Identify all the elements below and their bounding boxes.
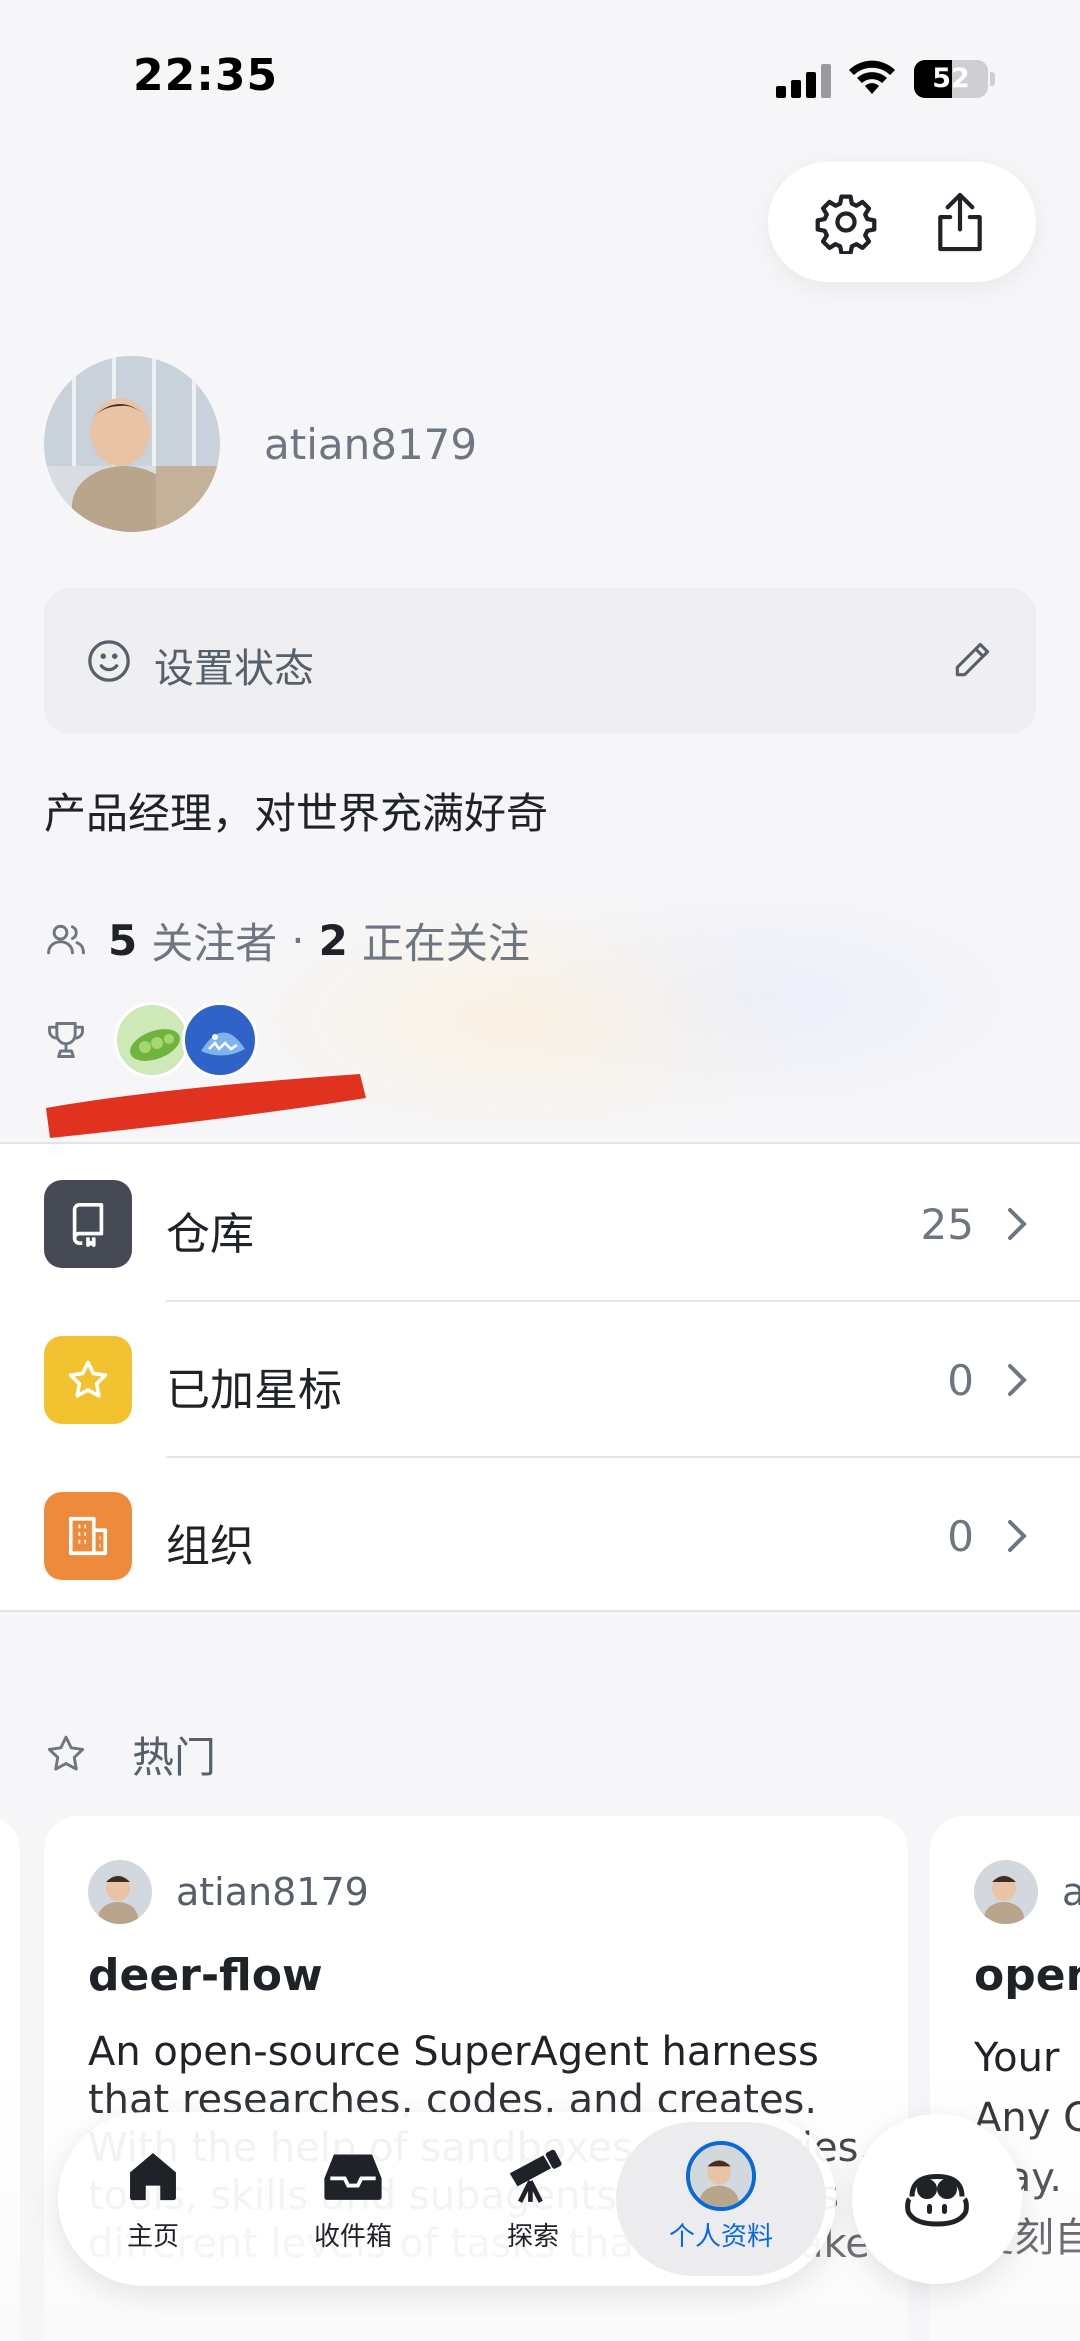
followers-count: 5 <box>108 915 138 965</box>
share-button[interactable] <box>924 186 996 258</box>
following-label: 正在关注 <box>361 918 530 968</box>
repositories-row[interactable]: 仓库 25 <box>0 1146 1080 1302</box>
separator-dot: · <box>291 915 305 965</box>
popular-header: 热门 <box>44 1724 216 1784</box>
tab-inbox-label: 收件箱 <box>313 2222 392 2252</box>
cellular-signal-icon <box>776 64 836 98</box>
people-icon <box>47 924 85 955</box>
set-status-button[interactable]: 设置状态 <box>44 588 1036 734</box>
profile-menu-list: 仓库 25 已加星标 0 组织 0 <box>0 1142 1080 1612</box>
inbox-icon <box>324 2154 382 2200</box>
repositories-count: 25 <box>920 1200 974 1249</box>
chevron-right-icon <box>1008 1364 1027 1396</box>
organizations-count: 0 <box>947 1512 974 1561</box>
followers-row[interactable]: 5 关注者 · 2 正在关注 <box>44 912 530 968</box>
telescope-icon <box>509 2149 562 2203</box>
tab-profile[interactable]: 个人资料 <box>646 2140 796 2260</box>
top-actions <box>768 162 1036 282</box>
share-icon <box>938 192 982 252</box>
copilot-button[interactable] <box>852 2114 1022 2284</box>
tab-profile-label: 个人资料 <box>668 2222 773 2252</box>
copilot-icon <box>905 2174 969 2227</box>
status-bar: 22:35 52 <box>0 0 1080 150</box>
shark-badge-icon[interactable] <box>182 1002 258 1078</box>
owner-name: atian8179 <box>176 1870 369 1914</box>
battery-icon: 52 <box>914 60 988 98</box>
repo-name: deer-flow <box>88 1950 323 2001</box>
pea-badge-icon[interactable] <box>114 1002 190 1078</box>
owner-avatar <box>974 1860 1038 1924</box>
organizations-label: 组织 <box>166 1521 254 1572</box>
status-placeholder: 设置状态 <box>154 646 314 692</box>
tab-explore-label: 探索 <box>506 2222 559 2252</box>
username: atian8179 <box>264 420 478 469</box>
organizations-row[interactable]: 组织 0 <box>0 1458 1080 1614</box>
star-icon <box>68 1360 108 1398</box>
profile-screen: 22:35 52 atian8179 设置状态 产品经理，对世界充满好奇 5 关… <box>0 0 1080 2341</box>
profile-avatar[interactable] <box>44 356 220 532</box>
starred-count: 0 <box>947 1356 974 1405</box>
repo-name: open <box>974 1950 1080 2001</box>
wifi-icon <box>849 60 895 94</box>
organization-icon-box <box>44 1492 132 1580</box>
battery-cap <box>990 72 995 86</box>
settings-button[interactable] <box>810 186 882 258</box>
owner-avatar <box>88 1860 152 1924</box>
popular-label: 热门 <box>132 1732 217 1782</box>
followers-label: 关注者 <box>151 918 278 968</box>
bio: 产品经理，对世界充满好奇 <box>44 789 549 838</box>
repositories-label: 仓库 <box>166 1209 254 1260</box>
smiley-icon <box>88 640 130 682</box>
redaction-mark <box>46 1074 366 1138</box>
repo-icon <box>72 1203 104 1247</box>
gear-icon <box>815 194 877 254</box>
card-owner: a <box>974 1860 1080 1924</box>
star-outline-icon <box>47 1735 85 1771</box>
repo-icon-box <box>44 1180 132 1268</box>
star-icon-box <box>44 1336 132 1424</box>
tab-home[interactable]: 主页 <box>78 2140 228 2260</box>
starred-row[interactable]: 已加星标 0 <box>0 1302 1080 1458</box>
trophy-icon <box>48 1022 84 1058</box>
battery-percent: 52 <box>932 63 970 94</box>
tab-bar: 主页 收件箱 探索 个人资料 <box>58 2112 836 2286</box>
chevron-right-icon <box>1008 1520 1027 1552</box>
card-owner: atian8179 <box>88 1860 369 1924</box>
tab-explore[interactable]: 探索 <box>458 2140 608 2260</box>
organization-icon <box>68 1516 108 1556</box>
chevron-right-icon <box>1008 1208 1027 1240</box>
starred-label: 已加星标 <box>166 1365 342 1416</box>
tab-inbox[interactable]: 收件箱 <box>278 2140 428 2260</box>
pencil-icon[interactable] <box>950 638 994 682</box>
profile-photo <box>44 356 220 532</box>
following-count: 2 <box>318 915 348 965</box>
avatar-icon <box>686 2141 756 2211</box>
clock: 22:35 <box>133 50 279 101</box>
home-icon <box>130 2153 176 2201</box>
tab-home-label: 主页 <box>126 2222 179 2252</box>
owner-name: a <box>1062 1870 1080 1914</box>
